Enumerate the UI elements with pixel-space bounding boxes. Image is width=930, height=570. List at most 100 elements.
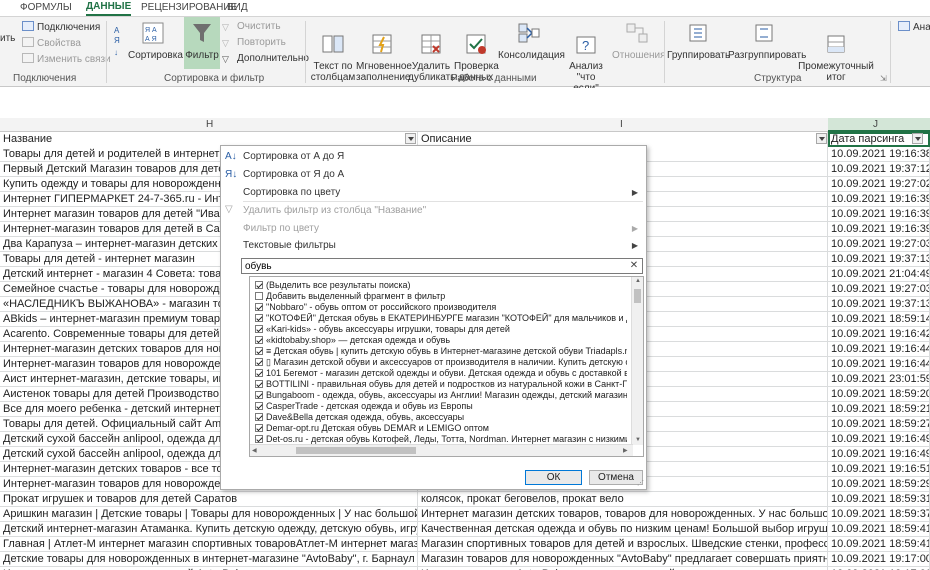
filter-dropdown-button[interactable]	[912, 133, 923, 144]
scroll-down-icon[interactable]: ▼	[635, 437, 641, 443]
table-cell[interactable]: 10.09.2021 19:17:00	[828, 552, 930, 567]
properties-button[interactable]: Свойства	[22, 37, 81, 49]
column-header-h[interactable]: H	[206, 119, 213, 130]
vertical-scrollbar[interactable]: ▲ ▼	[631, 277, 643, 445]
table-cell[interactable]: 10.09.2021 18:59:27	[828, 417, 930, 432]
table-cell[interactable]: 10.09.2021 19:16:49	[828, 432, 930, 447]
checkbox[interactable]	[255, 325, 263, 333]
group-button[interactable]: Группировать	[667, 21, 730, 61]
filter-list-item[interactable]: Bungaboom - одежда, обувь, аксессуары из…	[255, 390, 627, 401]
filter-list-item[interactable]: BOTTILINI - правильная обувь для детей и…	[255, 379, 627, 390]
scroll-up-icon[interactable]: ▲	[635, 278, 641, 284]
dialog-launcher-icon[interactable]: ⇲	[880, 74, 887, 83]
tab-formulas[interactable]: ФОРМУЛЫ	[20, 2, 72, 13]
table-cell[interactable]: 10.09.2021 19:16:39	[828, 222, 930, 237]
table-cell[interactable]: колясок, прокат беговелов, прокат вело	[418, 492, 828, 507]
menu-sort-az[interactable]: Сортировка от А до Я	[243, 151, 344, 162]
filter-list-item[interactable]: "КОТОФЕЙ" Детская обувь в ЕКАТЕРИНБУРГЕ …	[255, 313, 627, 324]
checkbox[interactable]	[255, 402, 263, 410]
menu-sort-za[interactable]: Сортировка от Я до А	[243, 169, 344, 180]
menu-filter-by-color[interactable]: Фильтр по цвету	[243, 223, 319, 234]
filter-dropdown-button[interactable]	[816, 133, 827, 144]
filter-button[interactable]: Фильтр	[184, 17, 220, 69]
table-cell[interactable]: 10.09.2021 21:04:49	[828, 267, 930, 282]
table-cell[interactable]: 10.09.2021 19:16:39	[828, 192, 930, 207]
checkbox[interactable]	[255, 303, 263, 311]
table-cell[interactable]: 10.09.2021 18:59:20	[828, 387, 930, 402]
table-cell[interactable]: 10.09.2021 18:59:41	[828, 522, 930, 537]
sort-button[interactable]: Я АА Я Сортировка	[128, 21, 183, 61]
relationships-button[interactable]: Отношения	[612, 21, 666, 61]
scroll-right-icon[interactable]: ▶	[623, 447, 628, 454]
table-cell[interactable]: Детский интернет-магазин Атаманка. Купит…	[0, 522, 418, 537]
table-cell[interactable]: 10.09.2021 18:59:37	[828, 507, 930, 522]
connections-button[interactable]: Подключения	[22, 21, 100, 33]
table-cell[interactable]: 10.09.2021 19:37:13	[828, 252, 930, 267]
filter-list-item[interactable]: ≡ Детская обувь | купить детскую обувь в…	[255, 346, 627, 357]
scrollbar-thumb[interactable]	[634, 289, 641, 303]
checkbox[interactable]	[255, 358, 263, 366]
table-cell[interactable]: 10.09.2021 19:16:42	[828, 327, 930, 342]
filter-list-item[interactable]: CasperTrade - детская одежда и обувь из …	[255, 401, 627, 412]
text-to-columns-button[interactable]: Текст по столбцам	[310, 21, 356, 83]
filter-list-item[interactable]: "Nobbaro" - обувь оптом от российского п…	[255, 302, 627, 313]
table-cell[interactable]: 10.09.2021 23:01:59	[828, 372, 930, 387]
table-cell[interactable]: 10.09.2021 18:59:41	[828, 537, 930, 552]
sort-az-button[interactable]: А Я ↓	[113, 23, 129, 62]
filter-search-input[interactable]	[242, 259, 627, 273]
filter-dropdown-button[interactable]	[405, 133, 416, 144]
header-cell-parse-date[interactable]: Дата парсинга	[828, 132, 930, 147]
resize-grip-icon[interactable]: ⋰	[637, 479, 644, 487]
edit-links-button[interactable]: Изменить связи	[22, 53, 111, 65]
tab-data[interactable]: ДАННЫЕ	[86, 1, 132, 16]
advanced-filter-button[interactable]: ▽ Дополнительно	[222, 53, 309, 64]
filter-list-item[interactable]: «kidtobaby.shop» — детская одежда и обув…	[255, 335, 627, 346]
clear-button[interactable]: ▽ Очистить	[222, 21, 281, 32]
table-cell[interactable]: Прокат игрушек и товаров для детей Сарат…	[0, 492, 418, 507]
filter-list-item[interactable]: Demar-opt.ru Детская обувь DEMAR и LEMIG…	[255, 423, 627, 434]
column-header-j[interactable]: J	[873, 119, 878, 130]
table-cell[interactable]: 10.09.2021 18:59:21	[828, 402, 930, 417]
checkbox[interactable]	[255, 435, 263, 443]
ungroup-button[interactable]: Разгруппировать	[728, 21, 806, 61]
table-cell[interactable]: 10.09.2021 18:59:29	[828, 477, 930, 492]
consolidate-button[interactable]: Консолидация	[498, 21, 565, 61]
checkbox[interactable]	[255, 336, 263, 344]
table-cell[interactable]: 10.09.2021 19:16:49	[828, 447, 930, 462]
menu-clear-filter[interactable]: Удалить фильтр из столбца "Название"	[243, 205, 426, 216]
table-cell[interactable]: Качественная детская одежда и обувь по н…	[418, 522, 828, 537]
remove-duplicates-button[interactable]: Удалить дубликаты	[408, 21, 457, 83]
filter-list-item[interactable]: (Выделить все результаты поиска)	[255, 280, 627, 291]
menu-sort-by-color[interactable]: Сортировка по цвету	[243, 187, 340, 198]
table-cell[interactable]: 10.09.2021 19:37:13	[828, 297, 930, 312]
filter-list-item[interactable]: «Kari-kids» - обувь аксессуары игрушки, …	[255, 324, 627, 335]
checkbox[interactable]	[255, 424, 263, 432]
checkbox[interactable]	[255, 413, 263, 421]
table-cell[interactable]: 10.09.2021 19:16:51	[828, 462, 930, 477]
analysis-button[interactable]: Ана	[898, 21, 930, 33]
table-cell[interactable]: 10.09.2021 19:27:03	[828, 237, 930, 252]
subtotal-button[interactable]: Промежуточный итог	[798, 21, 874, 83]
table-cell[interactable]: Магазин товаров для новорожденных "AvtoB…	[418, 552, 828, 567]
refresh-all-button[interactable]: ить	[0, 33, 15, 44]
what-if-button[interactable]: ? Анализ "что если"	[560, 21, 612, 94]
tab-view[interactable]: ВИД	[227, 2, 248, 13]
reapply-button[interactable]: ▽ Повторить	[222, 37, 286, 48]
checkbox[interactable]	[255, 281, 263, 289]
column-header-i[interactable]: I	[620, 119, 623, 130]
filter-list-item[interactable]: Добавить выделенный фрагмент в фильтр	[255, 291, 627, 302]
menu-text-filters[interactable]: Текстовые фильтры	[243, 240, 336, 251]
table-cell[interactable]: 10.09.2021 19:27:02	[828, 177, 930, 192]
ok-button[interactable]: ОК	[525, 470, 582, 485]
filter-list-item[interactable]: 101 Бегемот - магазин детской одежды и о…	[255, 368, 627, 379]
horizontal-scrollbar[interactable]: ◀ ▶	[250, 444, 633, 456]
table-cell[interactable]: 10.09.2021 18:59:14	[828, 312, 930, 327]
table-cell[interactable]: 10.09.2021 19:16:38	[828, 147, 930, 162]
checkbox[interactable]	[255, 292, 263, 300]
checkbox[interactable]	[255, 380, 263, 388]
table-cell[interactable]: Детские товары для новорожденных в интер…	[0, 552, 418, 567]
checkbox[interactable]	[255, 347, 263, 355]
cancel-button[interactable]: Отмена	[589, 470, 643, 485]
table-cell[interactable]: 10.09.2021 18:59:31	[828, 492, 930, 507]
filter-list-item[interactable]: ▯ Магазин детской обуви и аксессуаров от…	[255, 357, 627, 368]
